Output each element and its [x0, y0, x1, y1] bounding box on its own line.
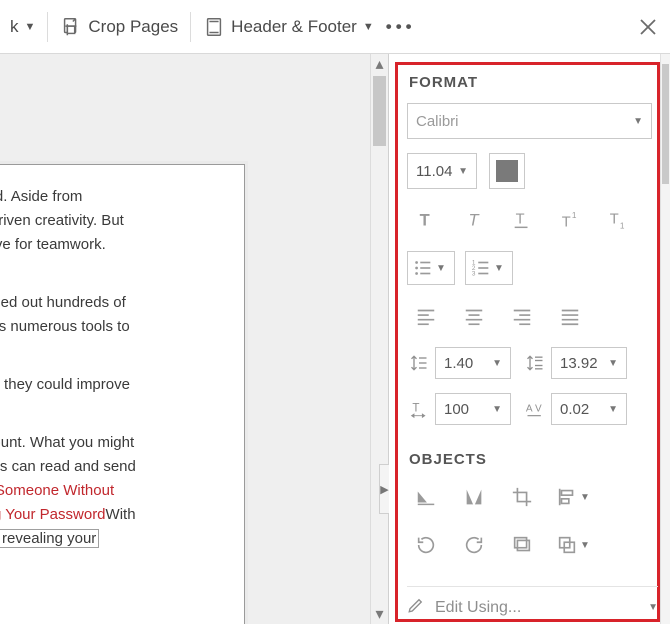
svg-text:1: 1 [620, 221, 625, 230]
chevron-down-icon: ▼ [436, 263, 446, 274]
chevron-down-icon: ▼ [494, 263, 504, 274]
character-spacing-icon: AV [523, 399, 547, 419]
character-spacing-select[interactable]: 0.02 ▼ [551, 393, 627, 425]
svg-text:T: T [420, 212, 430, 230]
chevron-down-icon: ▼ [648, 602, 658, 613]
svg-text:3: 3 [472, 270, 476, 277]
flip-vertical-button[interactable] [455, 480, 493, 514]
font-family-select[interactable]: Calibri ▼ [407, 103, 652, 139]
chevron-down-icon: ▼ [633, 116, 643, 127]
chevron-down-icon: ▼ [608, 404, 618, 415]
edit-using-label: Edit Using... [435, 599, 521, 617]
svg-text:1: 1 [572, 211, 577, 220]
rotate-cw-button[interactable] [455, 528, 493, 562]
svg-text:T: T [610, 212, 619, 228]
font-color-button[interactable] [489, 153, 525, 189]
svg-text:T: T [562, 214, 571, 230]
svg-text:T: T [469, 212, 481, 230]
line-spacing-select[interactable]: 1.40 ▼ [435, 347, 511, 379]
selected-text[interactable]: ccount without revealing your [0, 529, 99, 548]
font-size-value: 11.04 [416, 163, 452, 180]
horizontal-scale-value: 100 [444, 401, 469, 418]
toolbar-overflow-button[interactable]: ••• [386, 17, 416, 37]
overflow-label: ••• [386, 17, 416, 37]
scroll-down-icon[interactable]: ▾ [371, 604, 388, 624]
svg-text:A: A [526, 404, 533, 415]
bulleted-list-button[interactable]: ▼ [407, 251, 455, 285]
chevron-down-icon: ▼ [363, 21, 374, 33]
header-footer-label: Header & Footer [231, 17, 357, 37]
align-objects-button[interactable]: ▼ [551, 480, 599, 514]
align-justify-button[interactable] [551, 299, 589, 333]
crop-object-button[interactable] [503, 480, 541, 514]
close-panel-button[interactable] [636, 15, 660, 39]
svg-text:T: T [516, 212, 525, 228]
app-window: { "toolbar": { "item_trunc_label": "k", … [0, 0, 670, 624]
document-viewport[interactable]: ess in the world. Aside from nd employee… [0, 54, 388, 624]
toolbar-separator [47, 12, 48, 42]
crop-pages-button[interactable]: Crop Pages [60, 15, 178, 39]
numbered-list-button[interactable]: 123 ▼ [465, 251, 513, 285]
paragraph-spacing-value: 13.92 [560, 355, 598, 372]
scroll-thumb[interactable] [662, 64, 669, 184]
crop-pages-icon [60, 15, 82, 39]
panel-scrollbar[interactable] [660, 54, 670, 624]
crop-pages-label: Crop Pages [88, 17, 178, 37]
chevron-down-icon: ▼ [458, 166, 468, 177]
line-spacing-icon [407, 353, 431, 373]
bold-button[interactable]: T [407, 203, 445, 237]
paragraph-spacing-select[interactable]: 13.92 ▼ [551, 347, 627, 379]
chevron-down-icon: ▼ [580, 540, 590, 551]
svg-text:T: T [412, 402, 419, 415]
line-spacing-value: 1.40 [444, 355, 473, 372]
chevron-down-icon: ▼ [492, 358, 502, 369]
align-center-button[interactable] [455, 299, 493, 333]
superscript-button[interactable]: T1 [551, 203, 589, 237]
header-footer-icon [203, 15, 225, 39]
toolbar-truncated-item[interactable]: k ▼ [10, 17, 35, 37]
paragraph: ess in the world. Aside from nd employee… [0, 185, 230, 257]
align-left-button[interactable] [407, 299, 445, 333]
toolbar: k ▼ Crop Pages Header & Footer ▼ ••• [0, 0, 670, 54]
horizontal-scale-select[interactable]: 100 ▼ [435, 393, 511, 425]
toolbar-separator [190, 12, 191, 42]
format-section-title: FORMAT [409, 74, 652, 91]
chevron-down-icon: ▼ [492, 404, 502, 415]
horizontal-scale-icon: T [407, 399, 431, 419]
arrange-objects-button[interactable]: ▼ [551, 528, 599, 562]
paragraph: d examine how they could improve [0, 373, 230, 397]
paragraph: ms. It also carried out hundreds of ct t… [0, 291, 230, 339]
svg-text:V: V [535, 404, 542, 415]
rotate-ccw-button[interactable] [407, 528, 445, 562]
toolbar-truncated-label: k [10, 17, 19, 37]
chevron-down-icon: ▼ [580, 492, 590, 503]
subscript-button[interactable]: T1 [599, 203, 637, 237]
edit-using-button[interactable]: Edit Using... ▼ [407, 586, 658, 622]
align-right-button[interactable] [503, 299, 541, 333]
chevron-down-icon: ▼ [25, 21, 36, 33]
flip-horizontal-button[interactable] [407, 480, 445, 514]
font-family-value: Calibri [416, 113, 459, 130]
scroll-up-icon[interactable]: ▴ [371, 54, 388, 74]
main-area: ess in the world. Aside from nd employee… [0, 54, 670, 624]
underline-button[interactable]: T [503, 203, 541, 237]
document-page[interactable]: ess in the world. Aside from nd employee… [0, 164, 245, 624]
format-panel: ▶ FORMAT Calibri ▼ 11.04 ▼ [388, 54, 670, 624]
paragraph: space per account. What you might ption.… [0, 431, 230, 551]
color-chip [496, 160, 518, 182]
objects-section-title: OBJECTS [409, 451, 652, 468]
chevron-down-icon: ▼ [608, 358, 618, 369]
font-size-select[interactable]: 11.04 ▼ [407, 153, 477, 189]
italic-button[interactable]: T [455, 203, 493, 237]
character-spacing-value: 0.02 [560, 401, 589, 418]
header-footer-button[interactable]: Header & Footer ▼ [203, 15, 374, 39]
scroll-thumb[interactable] [373, 76, 386, 146]
paragraph-spacing-icon [523, 353, 547, 373]
replace-image-button[interactable] [503, 528, 541, 562]
document-scrollbar[interactable]: ▴ ▾ [370, 54, 388, 624]
panel-collapse-handle[interactable]: ▶ [379, 464, 389, 514]
pencil-icon [407, 596, 425, 619]
